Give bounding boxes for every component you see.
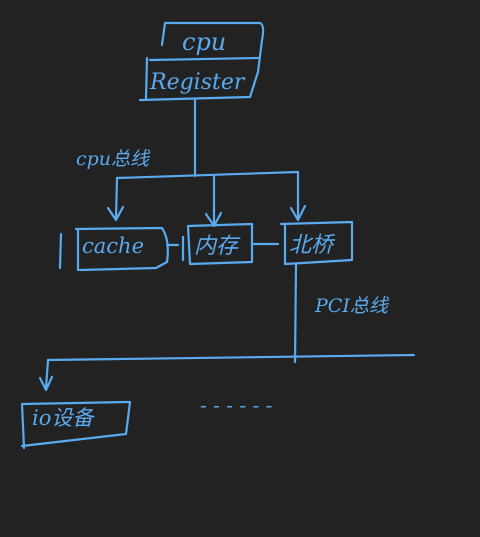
northbridge-label: 北桥 [289,233,336,258]
cpu-bus-horizontal [115,170,300,180]
northbridge-node: 北桥 [279,220,354,266]
arrow-to-memory [204,174,223,228]
pci-bus-vertical [293,262,298,364]
io-device-label: io设备 [32,406,95,430]
cache-label: cache [82,234,144,258]
cpu-bus-label: cpu总线 [76,148,151,170]
pci-bus-label: PCI总线 [314,295,390,317]
bus-architecture-diagram: cpu Register cpu总线 cache 内存 北桥 PCI总线 io设… [20,21,416,450]
pci-bus-horizontal [46,353,416,362]
cpu-node: cpu Register [138,21,265,102]
io-device-node: io设备 [20,400,132,450]
cpu-label: cpu [182,28,226,56]
register-label: Register [149,70,246,95]
cpu-bus: cpu总线 [76,98,307,228]
arrow-to-io [38,358,54,392]
more-devices-ellipsis: - - - - - - [200,393,273,417]
cache-node: cache [58,226,169,272]
memory-label: 内存 [194,234,241,259]
memory-node: 内存 [186,222,254,266]
arrow-to-northbridge [289,170,307,222]
arrow-to-cache [106,176,125,222]
diagram-canvas: cpu Register cpu总线 cache 内存 北桥 PCI总线 io设… [0,0,480,537]
cache-memory-link [165,235,185,262]
pci-bus: PCI总线 [38,262,416,392]
